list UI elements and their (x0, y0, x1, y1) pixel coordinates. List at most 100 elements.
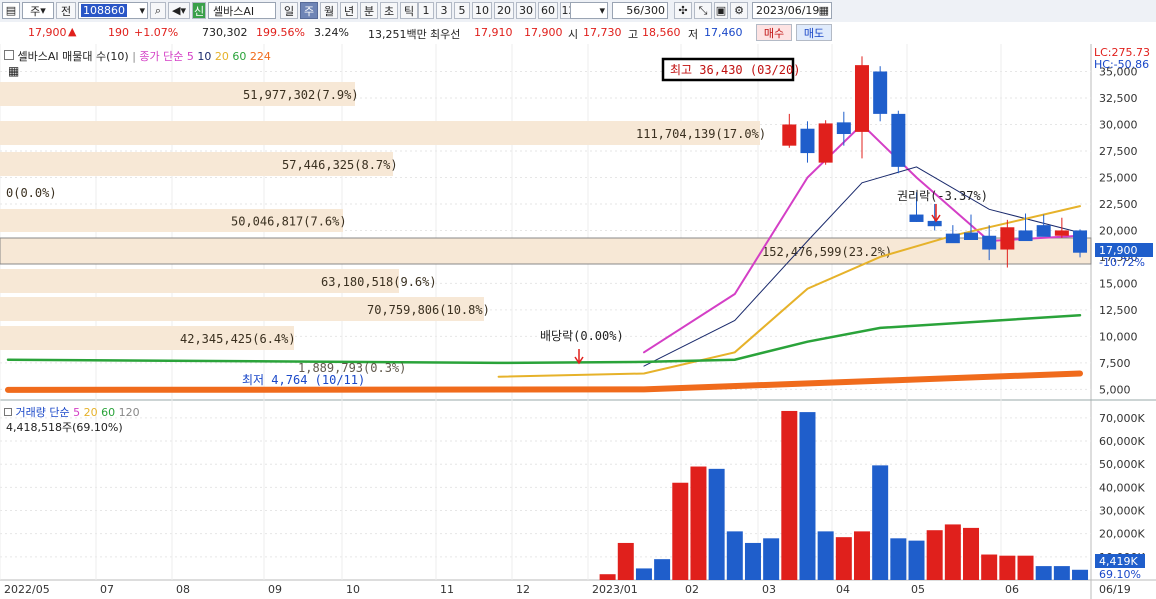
date-axis-tick: 02 (685, 583, 699, 596)
candle-body (1054, 230, 1069, 236)
candle-body (891, 113, 906, 167)
current-volume-pct-label: 69.10% (1099, 568, 1141, 581)
current-volume-axis-label: 4,419K (1099, 555, 1138, 568)
high-annotation: 최고 36,430 (03/20) (670, 63, 800, 77)
volume-axis-tick: 40,000K (1099, 481, 1145, 494)
volume-profile-label: 57,446,325(8.7%) (282, 158, 398, 172)
volume-bar (944, 524, 961, 580)
price-axis-tick: 5,000 (1099, 383, 1131, 396)
period-button-6[interactable]: 틱 (400, 2, 418, 19)
volume-bar (763, 538, 780, 580)
candle-body (1036, 225, 1051, 237)
volume-bar (726, 531, 743, 580)
price-legend: 셀바스AI 매물대 수(10) | 종가 단순 5 10 20 60 224 (4, 48, 271, 64)
price-change: 190 (108, 26, 129, 39)
period-button-1[interactable]: 주 (300, 2, 318, 19)
high-price: 18,560 (642, 26, 681, 39)
candle-body (836, 122, 851, 135)
date-field[interactable]: 2023/06/19 ▦ (752, 2, 832, 19)
crosshair-icon[interactable]: ✣ (674, 2, 692, 19)
volume-bar (690, 466, 707, 580)
price-axis-tick: 30,000 (1099, 118, 1138, 131)
count-total: /300 (640, 4, 665, 17)
save-icon[interactable]: ▣ (714, 2, 728, 19)
date-axis-tick: 06/19 (1099, 583, 1131, 596)
low-price: 17,460 (704, 26, 743, 39)
volume-value: 4,418,518주(69.10%) (6, 421, 123, 434)
volume-bar (799, 412, 816, 580)
interval-button-10[interactable]: 10 (472, 2, 492, 19)
volume-bar (926, 530, 943, 580)
search-icon[interactable]: ⌕ (150, 2, 166, 19)
ma-60-label: 60 (232, 50, 247, 63)
interval-button-60[interactable]: 60 (538, 2, 558, 19)
date-axis-tick: 2023/01 (592, 583, 638, 596)
hc-label: HC:-50.86 (1094, 58, 1150, 71)
ma-label: 종가 단순 (139, 50, 184, 63)
interval-button-20[interactable]: 20 (494, 2, 514, 19)
chart-type-icon[interactable]: ▤ (2, 2, 20, 19)
candle-body (982, 235, 997, 250)
period-button-4[interactable]: 분 (360, 2, 378, 19)
volume-profile-band (0, 237, 1092, 265)
interval-button-1[interactable]: 1 (418, 2, 434, 19)
low-annotation: 최저 4,764 (10/11) (242, 373, 365, 387)
price-axis-tick: 22,500 (1099, 198, 1138, 211)
volume-bar (835, 537, 852, 580)
volume-profile-label: 42,345,425(6.4%) (180, 332, 296, 346)
vol-ma-20-label: 20 (83, 406, 98, 419)
candle-body (873, 71, 888, 114)
vol-ma-60-label: 60 (101, 406, 116, 419)
volume-bar (672, 482, 689, 580)
price-axis-tick: 27,500 (1099, 145, 1138, 158)
price-axis-tick: 10,000 (1099, 330, 1138, 343)
price-change-pct: +1.07% (134, 26, 179, 39)
volume-bar (1072, 569, 1089, 580)
amount: 13,251백만 (368, 28, 427, 41)
quote-bar: 17,900 ▲ 190 +1.07% 730,302 199.56% 3.24… (0, 22, 1156, 45)
legend-box-icon (4, 50, 14, 60)
period-button-2[interactable]: 월 (320, 2, 338, 19)
vol-ma-5-label: 5 (73, 406, 81, 419)
volume-bar (981, 554, 998, 580)
blank-select[interactable]: ▾ (570, 2, 608, 19)
high-label: 고 (628, 28, 639, 41)
period-type-select[interactable]: 주 ▾ (22, 2, 54, 19)
expand-icon[interactable]: ⤡ (694, 2, 712, 19)
period-button-5[interactable]: 초 (380, 2, 398, 19)
date-axis-tick: 12 (516, 583, 530, 596)
interval-button-5[interactable]: 5 (454, 2, 470, 19)
volume-profile-label: 51,977,302(7.9%) (243, 88, 359, 102)
price-axis-tick: 12,500 (1099, 304, 1138, 317)
rights-annotation: 권리락(-3.37%) (897, 189, 988, 203)
date-axis-tick: 07 (100, 583, 114, 596)
candle-body (782, 124, 797, 146)
candle-body (927, 220, 942, 227)
volume-bar (744, 542, 761, 580)
stock-name-field[interactable]: 셀바스AI (208, 2, 276, 19)
volume-bar (853, 531, 870, 580)
period-button-3[interactable]: 년 (340, 2, 358, 19)
volume-axis-tick: 50,000K (1099, 458, 1145, 471)
dividend-annotation: 배당락(0.00%) (540, 329, 624, 343)
candle-body (1073, 230, 1088, 253)
date-axis-tick: 06 (1005, 583, 1019, 596)
date-axis-tick: 2022/05 (4, 583, 50, 596)
count-field[interactable]: 56/300 (612, 2, 668, 19)
speaker-icon[interactable]: ◀▾ (168, 2, 190, 19)
code-input[interactable]: 108860 ▾ (78, 2, 148, 19)
table-icon[interactable]: ▦ (8, 64, 19, 78)
current-pct-axis-label: -10.72% (1099, 256, 1145, 269)
buy-button[interactable]: 매수 (756, 24, 792, 41)
prev-button[interactable]: 전 (56, 2, 76, 19)
sell-button[interactable]: 매도 (796, 24, 832, 41)
volume-bar (999, 555, 1016, 580)
interval-button-30[interactable]: 30 (516, 2, 536, 19)
ma-overlap-label: 1,889,793(0.3%) (298, 361, 406, 375)
period-button-0[interactable]: 일 (280, 2, 298, 19)
gear-icon[interactable]: ⚙ (730, 2, 748, 19)
price-axis-tick: 20,000 (1099, 224, 1138, 237)
volume-bar (890, 538, 907, 580)
interval-button-3[interactable]: 3 (436, 2, 452, 19)
ma-224-label: 224 (249, 50, 271, 63)
